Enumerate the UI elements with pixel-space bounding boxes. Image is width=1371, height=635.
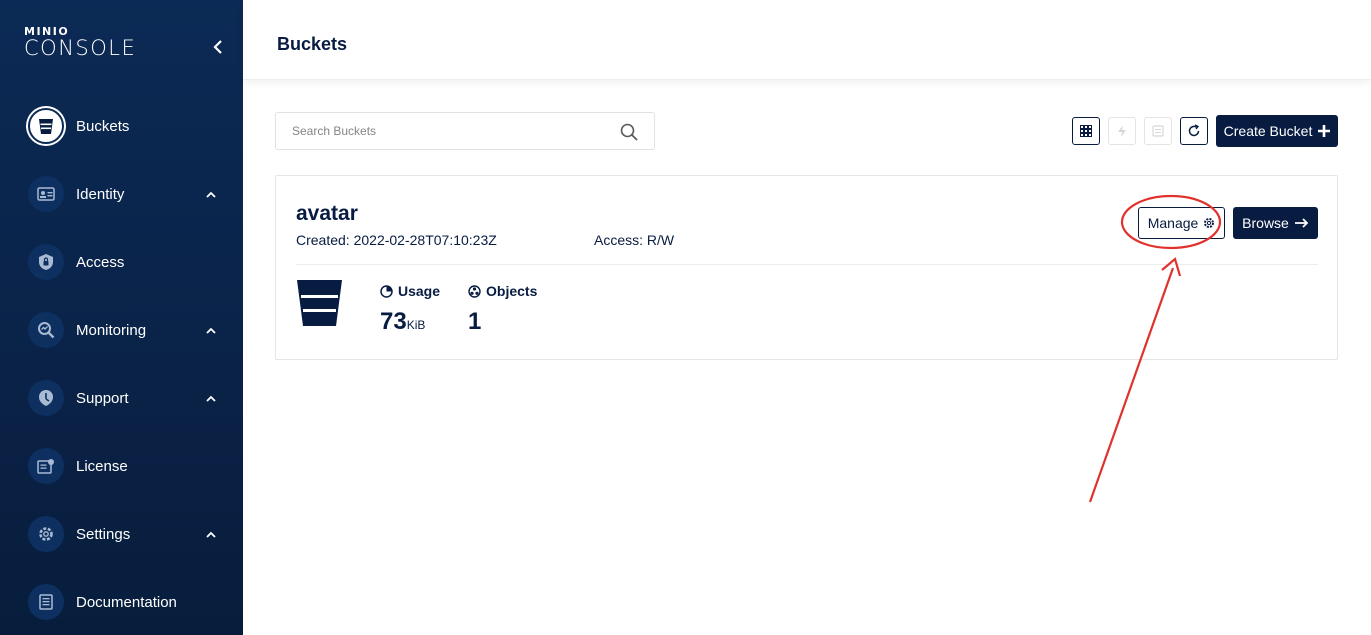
lifecycle-button[interactable] bbox=[1144, 117, 1172, 145]
bucket-card: avatar Created: 2022-02-28T07:10:23Z Acc… bbox=[275, 175, 1338, 360]
grid-icon bbox=[1080, 125, 1092, 137]
sidebar-item-support[interactable]: Support bbox=[0, 368, 243, 428]
objects-label: Objects bbox=[486, 283, 538, 299]
chevron-up-icon bbox=[205, 528, 217, 540]
sidebar-item-label: License bbox=[76, 457, 128, 475]
bucket-access: Access: R/W bbox=[594, 232, 675, 248]
usage-unit: KiB bbox=[406, 318, 426, 332]
sidebar-item-label: Identity bbox=[76, 185, 125, 203]
usage-value: 73 bbox=[380, 308, 407, 335]
search-box bbox=[275, 112, 655, 150]
page-header: Buckets bbox=[243, 0, 1371, 80]
plus-icon bbox=[1318, 125, 1331, 137]
license-icon bbox=[28, 448, 64, 484]
shield-icon bbox=[28, 244, 64, 280]
bucket-icon bbox=[297, 280, 342, 326]
chevron-up-icon bbox=[205, 324, 217, 336]
sidebar-item-license[interactable]: License bbox=[0, 436, 243, 496]
page-title: Buckets bbox=[277, 34, 348, 54]
stack-icon bbox=[1152, 125, 1164, 137]
chevron-left-icon bbox=[213, 40, 222, 54]
bucket-created-date: Created: 2022-02-28T07:10:23Z bbox=[296, 232, 497, 248]
sidebar-item-monitoring[interactable]: Monitoring bbox=[0, 300, 243, 360]
refresh-button[interactable] bbox=[1180, 117, 1208, 145]
manage-button[interactable]: Manage bbox=[1138, 207, 1225, 239]
replication-button[interactable] bbox=[1108, 117, 1136, 145]
logo-bottom-text: CONSOLE bbox=[24, 36, 137, 60]
create-bucket-button[interactable]: Create Bucket bbox=[1216, 115, 1338, 147]
browse-button[interactable]: Browse bbox=[1233, 207, 1318, 239]
minio-console-logo[interactable]: MINIO CONSOLE bbox=[24, 26, 136, 59]
grid-view-button[interactable] bbox=[1072, 117, 1100, 145]
objects-stat: Objects 1 bbox=[468, 283, 537, 336]
sidebar-item-identity[interactable]: Identity bbox=[0, 164, 243, 224]
objects-value: 1 bbox=[468, 308, 482, 335]
chevron-up-icon bbox=[205, 188, 217, 200]
chevron-up-icon bbox=[205, 392, 217, 404]
pie-chart-icon bbox=[380, 284, 393, 298]
lightning-icon bbox=[1118, 125, 1126, 137]
browse-label: Browse bbox=[1242, 215, 1289, 231]
sidebar-item-label: Documentation bbox=[76, 593, 177, 611]
sidebar-item-label: Monitoring bbox=[76, 321, 147, 339]
sidebar-item-documentation[interactable]: Documentation bbox=[0, 572, 243, 632]
usage-label: Usage bbox=[398, 283, 441, 299]
sidebar-item-access[interactable]: Access bbox=[0, 232, 243, 292]
gear-icon bbox=[28, 516, 64, 552]
sidebar: MINIO CONSOLE Buckets Identity Access Mo… bbox=[0, 0, 243, 635]
create-bucket-label: Create Bucket bbox=[1223, 123, 1313, 139]
sidebar-item-settings[interactable]: Settings bbox=[0, 504, 243, 564]
objects-icon bbox=[468, 284, 481, 298]
card-divider bbox=[296, 264, 1318, 265]
identity-card-icon bbox=[28, 176, 64, 212]
search-input[interactable] bbox=[276, 113, 616, 149]
refresh-icon bbox=[1188, 124, 1200, 137]
arrow-right-icon bbox=[1294, 218, 1309, 228]
collapse-sidebar-button[interactable] bbox=[209, 37, 227, 57]
sidebar-item-label: Buckets bbox=[76, 117, 130, 135]
manage-label: Manage bbox=[1147, 215, 1199, 231]
sidebar-item-label: Access bbox=[76, 253, 125, 271]
bucket-name[interactable]: avatar bbox=[296, 202, 358, 226]
sidebar-item-label: Support bbox=[76, 389, 129, 407]
sidebar-item-label: Settings bbox=[76, 525, 131, 543]
usage-stat: Usage 73KiB bbox=[380, 283, 440, 336]
search-icon[interactable] bbox=[620, 123, 638, 141]
magnifier-chart-icon bbox=[28, 312, 64, 348]
sidebar-item-buckets[interactable]: Buckets bbox=[0, 96, 243, 156]
support-icon bbox=[28, 380, 64, 416]
gear-icon bbox=[1204, 218, 1215, 228]
document-icon bbox=[28, 584, 64, 620]
bucket-icon bbox=[28, 108, 64, 144]
